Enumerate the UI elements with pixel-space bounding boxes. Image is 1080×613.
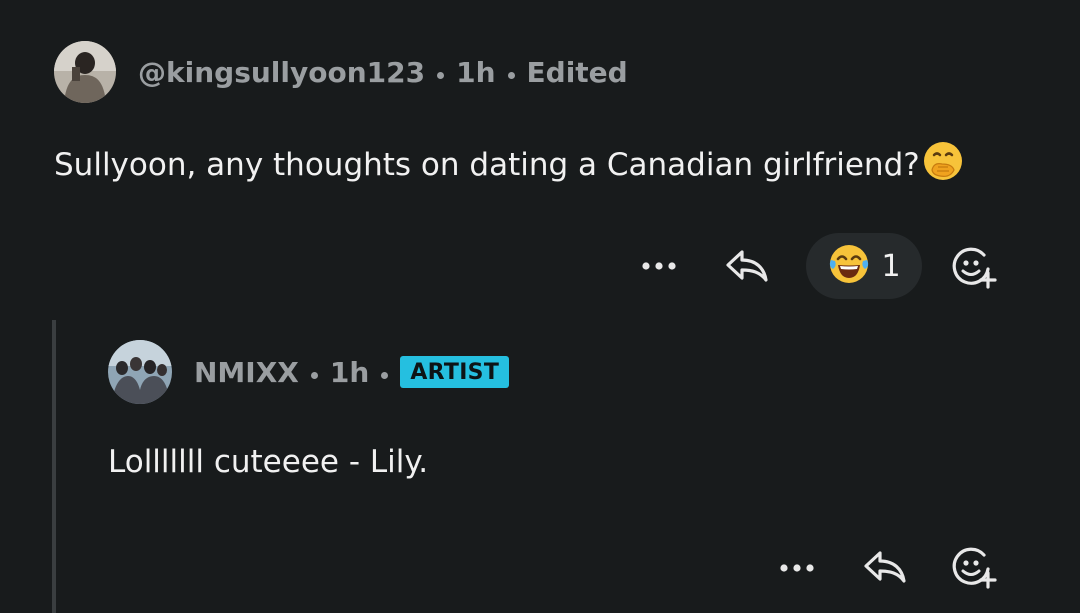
reaction-button[interactable]: 1 [806,233,922,299]
reply-icon[interactable] [722,246,772,286]
separator-dot [310,371,318,379]
face-with-hand-over-mouth-icon [922,140,964,190]
reaction-count: 1 [881,248,901,284]
comment-actions: 1 [0,233,1080,299]
username[interactable]: NMIXX [194,356,299,389]
reply-icon[interactable] [860,547,910,587]
reply-actions [0,543,1080,593]
more-icon[interactable] [638,250,680,282]
more-icon[interactable] [776,552,818,584]
avatar[interactable] [54,41,116,103]
edited-label: Edited [526,55,628,89]
comment-text: Sullyoon, any thoughts on dating a Canad… [54,140,964,190]
separator-dot [437,71,445,79]
artist-badge: ARTIST [400,356,510,388]
timestamp: 1h [329,355,370,389]
username[interactable]: @kingsullyoon123 [138,56,425,89]
reply-text: Lolllllll cuteeee - Lily. [108,444,429,480]
avatar[interactable] [108,340,172,404]
comment-meta: @kingsullyoon123 1h Edited [138,56,628,89]
comment-thread: @kingsullyoon123 1h Edited Sullyoon, any… [0,0,1080,613]
comment-header: @kingsullyoon123 1h Edited [54,41,628,103]
laughing-tears-icon [827,242,871,290]
separator-dot [381,371,389,379]
add-reaction-icon[interactable] [950,245,998,289]
comment-body: Sullyoon, any thoughts on dating a Canad… [54,147,920,183]
reply-meta: NMIXX 1h ARTIST [194,355,510,389]
timestamp: 1h [456,55,496,89]
separator-dot [507,71,515,79]
add-reaction-icon[interactable] [950,545,998,589]
reply-header: NMIXX 1h ARTIST [108,340,510,404]
